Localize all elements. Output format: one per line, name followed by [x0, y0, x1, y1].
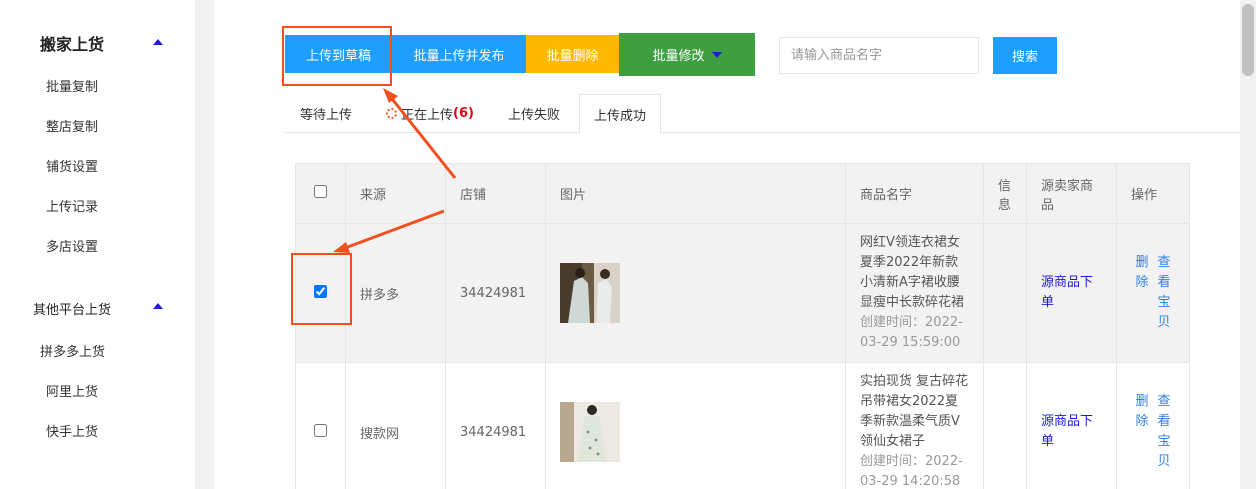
row-select-cell — [295, 362, 346, 489]
header-shop: 店铺 — [445, 163, 546, 224]
annotation-highlight-upload-draft — [282, 26, 392, 86]
batch-delete-button[interactable]: 批量删除 — [526, 35, 619, 73]
row-ops-cell: 删除 查看宝贝 — [1116, 223, 1190, 363]
header-source-seller: 源卖家商品 — [1026, 163, 1117, 224]
select-all-checkbox[interactable] — [314, 185, 327, 198]
annotation-highlight-row-checkbox — [291, 253, 352, 325]
sidebar-item-distribution-settings[interactable]: 铺货设置 — [46, 156, 98, 175]
table-row: 拼多多 34424981 网红V领连衣裙女夏季2022年新款小清新A字裙收腰显瘦… — [295, 223, 1190, 363]
row-seller-cell: 源商品下单 — [1026, 362, 1117, 489]
header-product-name: 商品名字 — [845, 163, 984, 224]
sidebar-group-header-move[interactable]: 搬家上货 — [0, 31, 195, 55]
row-ops-cell: 删除 查看宝贝 — [1116, 362, 1190, 489]
batch-edit-button[interactable]: 批量修改 — [619, 33, 755, 76]
sidebar-group-title: 搬家上货 — [40, 35, 105, 54]
row-shop: 34424981 — [445, 223, 546, 363]
row-product-name-cell: 网红V领连衣裙女夏季2022年新款小清新A字裙收腰显瘦中长款碎花裙 创建时间：2… — [845, 223, 984, 363]
sidebar-item-upload-records[interactable]: 上传记录 — [46, 196, 98, 215]
tab-failed[interactable]: 上传失败 — [508, 94, 560, 133]
product-table: 来源 店铺 图片 商品名字 信息 源卖家商品 操作 拼多多 34424981 网… — [295, 163, 1190, 489]
row-image-cell — [545, 223, 846, 363]
page-scrollbar-thumb[interactable] — [1242, 4, 1254, 76]
delete-link[interactable]: 删除 — [1135, 392, 1149, 472]
product-name[interactable]: 网红V领连衣裙女夏季2022年新款小清新A字裙收腰显瘦中长款碎花裙 — [860, 233, 969, 313]
source-order-link[interactable]: 源商品下单 — [1041, 412, 1102, 452]
caret-up-icon — [153, 303, 163, 309]
caret-up-icon — [153, 39, 163, 45]
loading-spinner-icon — [386, 108, 397, 119]
upload-status-tabs: 等待上传 正在上传 (6) 上传失败 上传成功 — [284, 94, 1240, 134]
delete-link[interactable]: 删除 — [1135, 253, 1149, 333]
product-thumbnail[interactable] — [560, 263, 620, 323]
sidebar-item-shop-copy[interactable]: 整店复制 — [46, 116, 98, 135]
sidebar: 搬家上货 批量复制 整店复制 铺货设置 上传记录 多店设置 其他平台上货 拼多多… — [0, 0, 195, 489]
tab-failed-label: 上传失败 — [508, 108, 561, 123]
search-button[interactable]: 搜索 — [993, 37, 1057, 74]
row-seller-cell: 源商品下单 — [1026, 223, 1117, 363]
tab-uploading-count: (6) — [453, 106, 474, 121]
row-image-cell — [545, 362, 846, 489]
sidebar-item-kuaishou-upload[interactable]: 快手上货 — [46, 421, 98, 440]
product-created-time: 创建时间：2022-03-29 15:59:00 — [860, 315, 963, 350]
view-item-link[interactable]: 查看宝贝 — [1157, 392, 1171, 472]
sidebar-item-ali-upload[interactable]: 阿里上货 — [46, 381, 98, 400]
sidebar-item-pdd-upload[interactable]: 拼多多上货 — [40, 341, 105, 360]
batch-edit-label: 批量修改 — [652, 49, 705, 64]
header-operations: 操作 — [1116, 163, 1190, 224]
product-name[interactable]: 实拍现货 复古碎花吊带裙女2022夏季新款温柔气质V领仙女裙子 — [860, 372, 969, 452]
row-product-name-cell: 实拍现货 复古碎花吊带裙女2022夏季新款温柔气质V领仙女裙子 创建时间：202… — [845, 362, 984, 489]
product-thumbnail[interactable] — [560, 402, 620, 462]
row-shop: 34424981 — [445, 362, 546, 489]
tab-uploading[interactable]: 正在上传 (6) — [386, 94, 474, 133]
header-info: 信息 — [983, 163, 1027, 224]
sidebar-group-title: 其他平台上货 — [33, 303, 112, 318]
header-source: 来源 — [345, 163, 446, 224]
tab-uploading-label: 正在上传 — [401, 108, 454, 123]
tab-success-label: 上传成功 — [594, 108, 647, 124]
header-select-cell — [295, 163, 346, 224]
row-source: 搜款网 — [345, 362, 446, 489]
table-header-row: 来源 店铺 图片 商品名字 信息 源卖家商品 操作 — [295, 163, 1190, 224]
row-checkbox[interactable] — [314, 423, 327, 437]
row-info — [983, 362, 1027, 489]
header-image: 图片 — [545, 163, 846, 224]
sidebar-item-batch-copy[interactable]: 批量复制 — [46, 76, 98, 95]
chevron-down-icon — [711, 51, 722, 58]
search-input[interactable] — [779, 37, 979, 74]
tab-waiting-label: 等待上传 — [300, 108, 353, 123]
sidebar-group-header-other[interactable]: 其他平台上货 — [0, 299, 195, 323]
source-order-link[interactable]: 源商品下单 — [1041, 273, 1102, 313]
view-item-link[interactable]: 查看宝贝 — [1157, 253, 1171, 333]
tab-success[interactable]: 上传成功 — [579, 94, 662, 134]
table-row: 搜款网 34424981 实拍现货 复古碎花吊带裙女2022夏季新款温柔气质V领… — [295, 362, 1190, 489]
sidebar-item-multi-shop-settings[interactable]: 多店设置 — [46, 236, 98, 255]
batch-upload-publish-button[interactable]: 批量上传并发布 — [392, 35, 526, 73]
product-created-time: 创建时间：2022-03-29 14:20:58 — [860, 454, 963, 489]
row-source: 拼多多 — [345, 223, 446, 363]
row-info — [983, 223, 1027, 363]
tab-waiting[interactable]: 等待上传 — [300, 94, 352, 133]
